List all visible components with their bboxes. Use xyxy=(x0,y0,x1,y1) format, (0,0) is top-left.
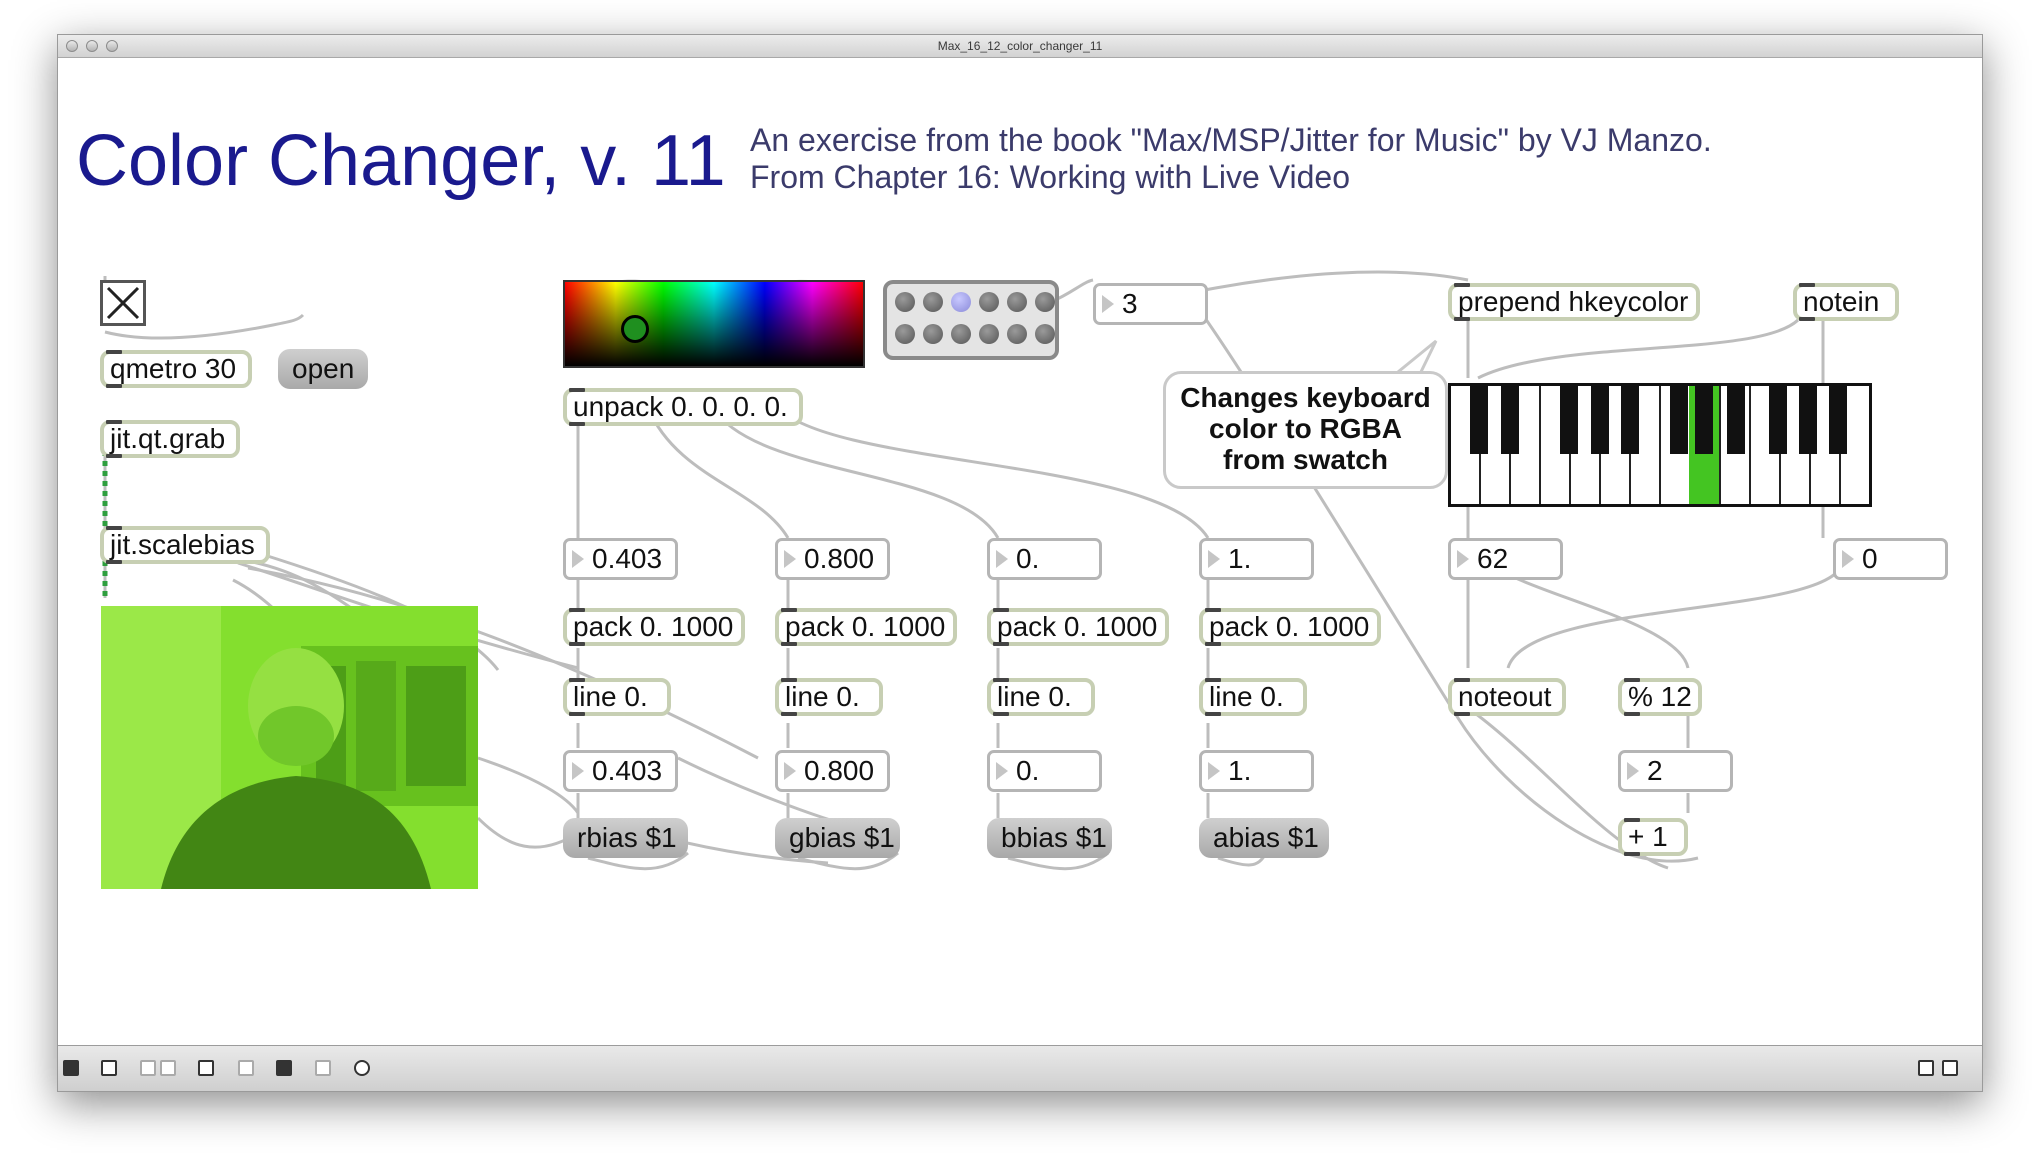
split-left-icon[interactable] xyxy=(1918,1060,1934,1076)
window-title: Max_16_12_color_changer_11 xyxy=(937,39,1103,53)
matrix-cell[interactable] xyxy=(1035,292,1055,312)
color-swatch[interactable] xyxy=(563,280,865,368)
black-key[interactable] xyxy=(1799,386,1817,455)
black-key[interactable] xyxy=(1829,386,1847,455)
velocity-number[interactable]: 0 xyxy=(1833,538,1948,580)
toggle-x-icon xyxy=(106,286,140,320)
line-red-object[interactable]: line 0. xyxy=(563,678,671,716)
jit-qt-grab-object[interactable]: jit.qt.grab xyxy=(100,420,240,458)
kslider-keyboard[interactable] xyxy=(1448,383,1872,507)
red-number-out[interactable]: 0.403 xyxy=(563,750,678,792)
matrix-cell-active[interactable] xyxy=(951,292,971,312)
qmetro-object[interactable]: qmetro 30 xyxy=(100,350,252,388)
modulo-object[interactable]: % 12 xyxy=(1618,678,1702,716)
alpha-number-out[interactable]: 1. xyxy=(1199,750,1314,792)
presentation-icon[interactable] xyxy=(140,1060,156,1076)
noteout-object[interactable]: noteout xyxy=(1448,678,1566,716)
bbias-message[interactable]: bbias $1 xyxy=(987,818,1112,858)
toggle-button[interactable] xyxy=(100,280,146,326)
grid-icon[interactable] xyxy=(315,1060,331,1076)
patcher-window: Max_16_12_color_changer_11 Color Changer… xyxy=(57,34,1983,1092)
black-key[interactable] xyxy=(1470,386,1488,455)
close-icon[interactable] xyxy=(160,1060,176,1076)
pack-green-object[interactable]: pack 0. 1000 xyxy=(775,608,957,646)
gbias-message[interactable]: gbias $1 xyxy=(775,818,900,858)
matrix-select-number[interactable]: 3 xyxy=(1093,283,1208,325)
black-key[interactable] xyxy=(1727,386,1745,455)
black-key[interactable] xyxy=(1560,386,1578,455)
video-display xyxy=(101,606,478,889)
status-bar xyxy=(58,1045,1982,1091)
matrix-cell[interactable] xyxy=(951,324,971,344)
swatch-cursor[interactable] xyxy=(621,315,649,343)
notein-object[interactable]: notein xyxy=(1793,283,1899,321)
matrix-cell[interactable] xyxy=(923,324,943,344)
matrix-cell[interactable] xyxy=(895,324,915,344)
pack-blue-object[interactable]: pack 0. 1000 xyxy=(987,608,1169,646)
comment-line-1: Changes keyboard xyxy=(1180,382,1431,413)
green-number-in[interactable]: 0.800 xyxy=(775,538,890,580)
pitch-number[interactable]: 62 xyxy=(1448,538,1563,580)
red-number-in[interactable]: 0.403 xyxy=(563,538,678,580)
prepend-hkeycolor-object[interactable]: prepend hkeycolor xyxy=(1448,283,1700,321)
black-key[interactable] xyxy=(1621,386,1639,455)
edit-icon[interactable] xyxy=(101,1060,117,1076)
black-key[interactable] xyxy=(1769,386,1787,455)
comment-line-2: color to RGBA xyxy=(1209,413,1402,444)
black-key[interactable] xyxy=(1670,386,1688,455)
black-key[interactable] xyxy=(1501,386,1519,455)
matrix-cell[interactable] xyxy=(923,292,943,312)
rbias-message[interactable]: rbias $1 xyxy=(563,818,688,858)
open-message[interactable]: open xyxy=(278,349,369,389)
debug-icon[interactable] xyxy=(354,1060,370,1076)
split-right-icon[interactable] xyxy=(1942,1060,1958,1076)
line-blue-object[interactable]: line 0. xyxy=(987,678,1095,716)
title-bar[interactable]: Max_16_12_color_changer_11 xyxy=(58,35,1982,58)
blue-number-in[interactable]: 0. xyxy=(987,538,1102,580)
lock-icon[interactable] xyxy=(63,1060,79,1076)
matrix-cell[interactable] xyxy=(895,292,915,312)
matrix-cell[interactable] xyxy=(1007,324,1027,344)
modulo-result-number[interactable]: 2 xyxy=(1618,750,1733,792)
comment-line-3: from swatch xyxy=(1223,444,1388,475)
video-frame-image xyxy=(101,606,478,889)
line-alpha-object[interactable]: line 0. xyxy=(1199,678,1307,716)
abias-message[interactable]: abias $1 xyxy=(1199,818,1329,858)
patcher-canvas[interactable]: Color Changer, v. 11 An exercise from th… xyxy=(58,58,1982,1045)
line-green-object[interactable]: line 0. xyxy=(775,678,883,716)
plus-one-object[interactable]: + 1 xyxy=(1618,818,1688,856)
black-key-active[interactable] xyxy=(1695,386,1713,455)
unpack-object[interactable]: unpack 0. 0. 0. 0. xyxy=(563,388,803,426)
matrix-cell[interactable] xyxy=(1035,324,1055,344)
pack-red-object[interactable]: pack 0. 1000 xyxy=(563,608,745,646)
inspector-icon[interactable] xyxy=(198,1060,214,1076)
comment-box: Changes keyboard color to RGBA from swat… xyxy=(1163,371,1448,489)
info-icon[interactable] xyxy=(238,1060,254,1076)
jit-scalebias-object[interactable]: jit.scalebias xyxy=(100,526,270,564)
preset-matrix[interactable] xyxy=(883,280,1059,360)
blue-number-out[interactable]: 0. xyxy=(987,750,1102,792)
black-key[interactable] xyxy=(1591,386,1609,455)
pack-alpha-object[interactable]: pack 0. 1000 xyxy=(1199,608,1381,646)
alpha-number-in[interactable]: 1. xyxy=(1199,538,1314,580)
matrix-cell[interactable] xyxy=(979,324,999,344)
matrix-cell[interactable] xyxy=(979,292,999,312)
patcher-icon[interactable] xyxy=(276,1060,292,1076)
matrix-cell[interactable] xyxy=(1007,292,1027,312)
green-number-out[interactable]: 0.800 xyxy=(775,750,890,792)
